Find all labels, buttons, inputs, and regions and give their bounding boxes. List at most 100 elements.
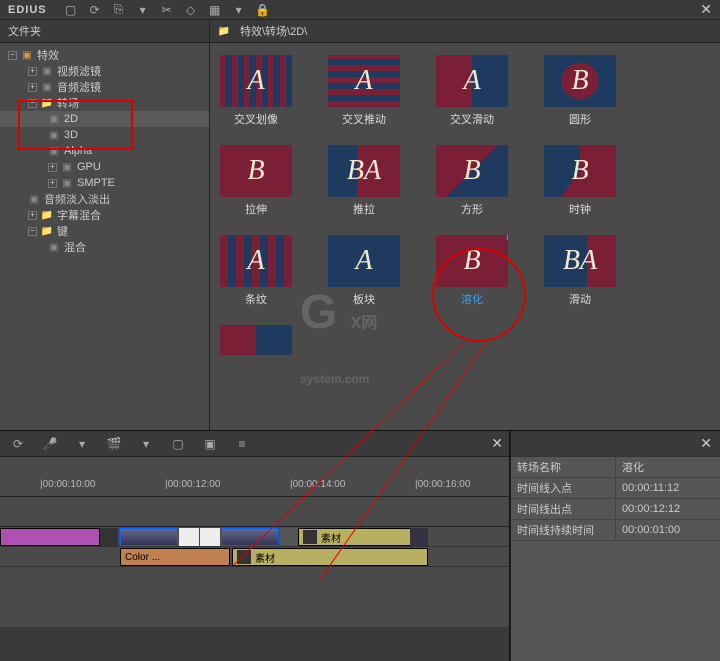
thumb-4[interactable]: B 拉伸 (216, 145, 296, 217)
thumb-label: 条纹 (245, 291, 267, 307)
info-header: ✕ (511, 431, 720, 457)
timeline-panel: ⟳ 🎤 ▾ 🎬 ▾ ▢ ▣ ≡ ✕ |00:00:10:00 |00:00:12… (0, 430, 720, 661)
tree-2d[interactable]: ▣2D (0, 111, 209, 127)
clip-white-2[interactable] (200, 528, 220, 546)
clip-color[interactable]: Color ... (120, 548, 230, 566)
clip-gray[interactable] (280, 528, 298, 546)
thumb-label: 交叉推动 (342, 111, 386, 127)
clip-material-2[interactable]: 素材 (232, 548, 428, 566)
info-value: 00:00:11:12 (616, 478, 720, 499)
chevron-down-icon-2[interactable]: ▾ (231, 2, 247, 18)
timeline-ruler[interactable]: |00:00:10:00 |00:00:12:00 |00:00:14:00 |… (0, 457, 509, 497)
tree-3d[interactable]: ▣3D (0, 127, 209, 143)
info-close-icon[interactable]: ✕ (700, 435, 712, 452)
chevron-down-icon[interactable]: ▾ (135, 2, 151, 18)
track-1[interactable]: 素材 (0, 527, 509, 547)
thumb-11[interactable]: BA 滑动 (540, 235, 620, 307)
tree-audio-fade[interactable]: ▣音频淡入淡出 (0, 191, 209, 207)
title-bar: EDIUS ▢ ⟳ ⎘ ▾ ✂ ◇ ▦ ▾ 🔒 ✕ (0, 0, 720, 20)
tree-key[interactable]: −📁键 (0, 223, 209, 239)
thumb-10[interactable]: BD溶化 (432, 235, 512, 307)
tree-mix[interactable]: ▣混合 (0, 239, 209, 255)
info-key: 转场名称 (511, 457, 616, 478)
toolbar-icon-5[interactable]: ▦ (207, 2, 223, 18)
info-panel: ✕ 转场名称溶化时间线入点00:00:11:12时间线出点00:00:12:12… (510, 431, 720, 661)
tree-effects[interactable]: −▣特效 (0, 47, 209, 63)
chevron-down-icon-3[interactable]: ▾ (74, 436, 90, 452)
thumb-image: A (328, 235, 400, 287)
thumb-image: BD (436, 235, 508, 287)
thumb-0[interactable]: A 交叉划像 (216, 55, 296, 127)
info-value: 溶化 (616, 457, 720, 478)
thumb-label: 交叉滑动 (450, 111, 494, 127)
thumb-label: 时钟 (569, 201, 591, 217)
tl-tool-1[interactable]: ⟳ (10, 436, 26, 452)
thumb-label: 板块 (353, 291, 375, 307)
tl-tool-5[interactable]: ≡ (234, 436, 250, 452)
tree-audio-filter[interactable]: +▣音频滤镜 (0, 79, 209, 95)
breadcrumb: 📁 特效\转场\2D\ (210, 20, 720, 43)
thumb-9[interactable]: A 板块 (324, 235, 404, 307)
tl-tool-2[interactable]: 🎬 (106, 436, 122, 452)
timeline-toolbar: ⟳ 🎤 ▾ 🎬 ▾ ▢ ▣ ≡ ✕ (0, 431, 509, 457)
clip-dissolve[interactable] (120, 528, 178, 546)
toolbar-icon-1[interactable]: ▢ (63, 2, 79, 18)
thumb-label: 滑动 (569, 291, 591, 307)
thumb-image: B (436, 145, 508, 197)
close-icon[interactable]: ✕ (700, 1, 712, 18)
clip-thumb-2[interactable] (410, 528, 428, 546)
info-row: 时间线持续时间00:00:01:00 (511, 520, 720, 541)
clip-thumb-1[interactable] (100, 528, 118, 546)
info-value: 00:00:01:00 (616, 520, 720, 541)
thumb-label: 拉伸 (245, 201, 267, 217)
tl-tool-3[interactable]: ▢ (170, 436, 186, 452)
folder-icon: 📁 (218, 25, 230, 37)
tl-tool-4[interactable]: ▣ (202, 436, 218, 452)
thumb-7[interactable]: B时钟 (540, 145, 620, 217)
thumb-image: A (220, 55, 292, 107)
info-row: 时间线入点00:00:11:12 (511, 478, 720, 499)
tree-video-filter[interactable]: +▣视频滤镜 (0, 63, 209, 79)
mic-icon[interactable]: 🎤 (42, 436, 58, 452)
thumb-image: B (220, 145, 292, 197)
tree-gpu[interactable]: +▣GPU (0, 159, 209, 175)
info-key: 时间线出点 (511, 499, 616, 520)
thumb-2[interactable]: A 交叉滑动 (432, 55, 512, 127)
info-key: 时间线持续时间 (511, 520, 616, 541)
info-value: 00:00:12:12 (616, 499, 720, 520)
clip-white-1[interactable] (179, 528, 199, 546)
thumb-partial[interactable] (216, 325, 296, 355)
toolbar-icon-4[interactable]: ◇ (183, 2, 199, 18)
app-name: EDIUS (8, 4, 47, 16)
thumb-image: BA (328, 145, 400, 197)
thumb-image (220, 325, 292, 355)
thumb-image: B (544, 55, 616, 107)
thumb-image: A (220, 235, 292, 287)
breadcrumb-path: 特效\转场\2D\ (240, 23, 307, 39)
thumb-label: 圆形 (569, 111, 591, 127)
chevron-down-icon-4[interactable]: ▾ (138, 436, 154, 452)
tree-subtitle-mix[interactable]: +📁字幕混合 (0, 207, 209, 223)
toolbar-icon-2[interactable]: ⟳ (87, 2, 103, 18)
clip-material[interactable]: 素材 (298, 528, 428, 546)
clip-purple[interactable] (0, 528, 100, 546)
thumb-3[interactable]: B 圆形 (540, 55, 620, 127)
thumb-6[interactable]: B方形 (432, 145, 512, 217)
thumb-1[interactable]: A交叉推动 (324, 55, 404, 127)
thumb-8[interactable]: A 条纹 (216, 235, 296, 307)
timeline-close-icon[interactable]: ✕ (491, 435, 503, 452)
track-2[interactable]: Color ... 素材 (0, 547, 509, 567)
thumb-image: BA (544, 235, 616, 287)
tree-alpha[interactable]: ▣Alpha (0, 143, 209, 159)
clip-dissolve-2[interactable] (221, 528, 279, 546)
thumb-image: A (436, 55, 508, 107)
cut-icon[interactable]: ✂ (159, 2, 175, 18)
thumb-label: 交叉划像 (234, 111, 278, 127)
toolbar-icon-3[interactable]: ⎘ (111, 2, 127, 18)
info-table: 转场名称溶化时间线入点00:00:11:12时间线出点00:00:12:12时间… (511, 457, 720, 541)
tree-transition[interactable]: −📁转场 (0, 95, 209, 111)
tree-smpte[interactable]: +▣SMPTE (0, 175, 209, 191)
default-badge: D (506, 235, 508, 243)
thumb-5[interactable]: BA推拉 (324, 145, 404, 217)
lock-icon[interactable]: 🔒 (255, 2, 271, 18)
